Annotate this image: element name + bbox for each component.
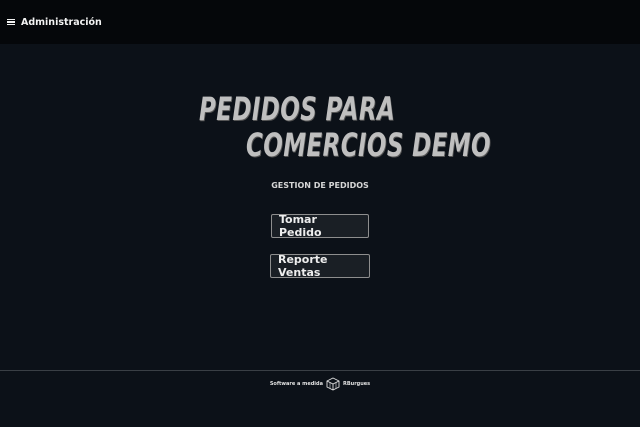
footer-tagline: Software a medida xyxy=(269,381,323,387)
sales-report-button[interactable]: Reporte Ventas xyxy=(270,253,370,279)
footer-divider xyxy=(0,370,640,371)
app-title: Administración xyxy=(21,16,102,28)
top-bar: Administración xyxy=(0,0,640,44)
page: Administración PEDIDOS PARA COMERCIOS DE… xyxy=(0,0,640,427)
menu-bar xyxy=(7,24,15,26)
take-order-button[interactable]: Tomar Pedido xyxy=(271,213,369,239)
hamburger-menu-icon[interactable] xyxy=(2,0,20,44)
menu-bar xyxy=(7,18,15,20)
hero-title-line-2: COMERCIOS DEMO xyxy=(246,126,492,164)
footer: Software a medida RBurgues xyxy=(0,376,640,392)
cube-logo-icon xyxy=(326,377,340,391)
menu-bar xyxy=(7,21,15,23)
section-subtitle: GESTION DE PEDIDOS xyxy=(271,181,369,190)
hero-title-line-1: PEDIDOS PARA xyxy=(199,90,396,128)
footer-brand: RBurgues xyxy=(342,381,371,387)
hamburger-bars xyxy=(7,18,15,26)
